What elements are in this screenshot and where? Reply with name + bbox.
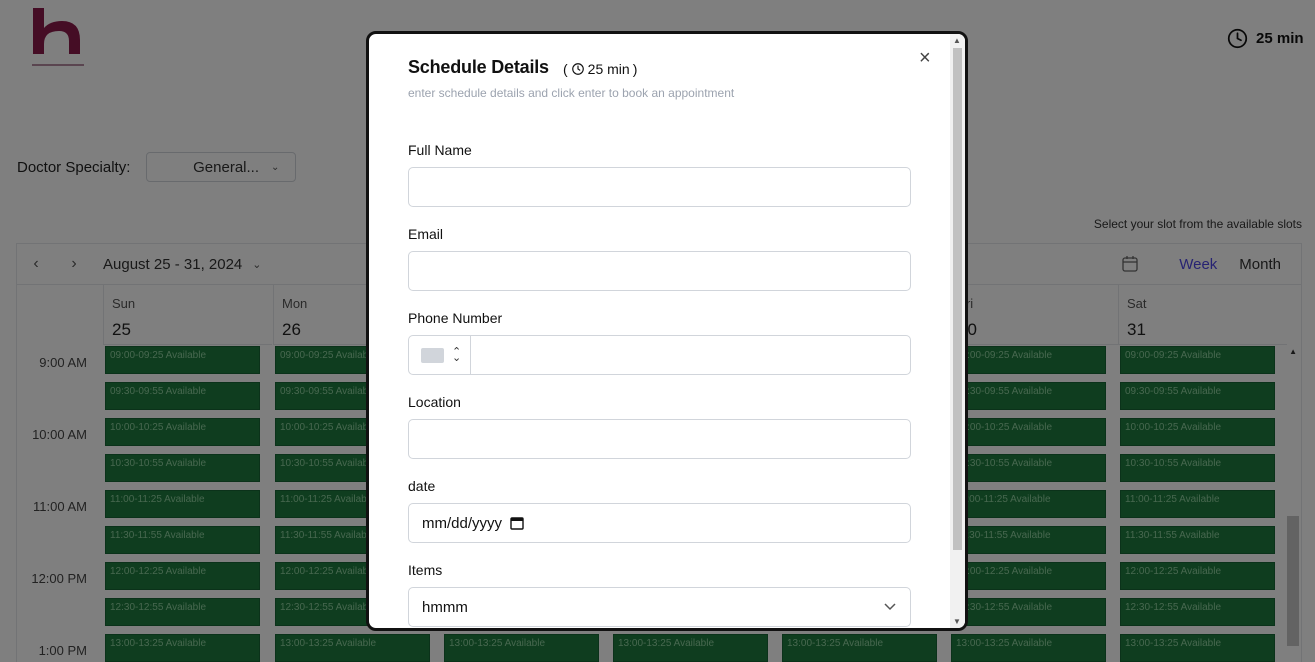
up-down-chevron-icon: ⌃ ⌄	[452, 346, 462, 364]
full-name-label: Full Name	[408, 142, 472, 158]
clock-icon	[571, 63, 584, 75]
close-button[interactable]: ×	[919, 48, 931, 68]
modal-subtitle: enter schedule details and click enter t…	[408, 86, 735, 100]
calendar-icon[interactable]	[510, 516, 524, 530]
phone-label: Phone Number	[408, 310, 503, 326]
full-name-input[interactable]	[408, 167, 911, 207]
modal-scroll-thumb[interactable]	[953, 48, 962, 550]
items-label: Items	[408, 562, 443, 578]
date-label: date	[408, 478, 436, 494]
modal-scrollbar[interactable]: ▲ ▼	[950, 34, 965, 628]
location-input[interactable]	[408, 419, 911, 459]
phone-input[interactable]	[471, 336, 910, 374]
modal-duration: ( 25 min )	[563, 61, 638, 77]
chevron-down-icon	[884, 603, 896, 611]
items-value: hmmm	[422, 598, 468, 616]
schedule-details-modal: ▲ ▼ × Schedule Details ( 25 min ) enter …	[366, 31, 968, 631]
flag-icon	[421, 347, 444, 363]
modal-title: Schedule Details	[408, 57, 549, 77]
email-label: Email	[408, 226, 444, 242]
date-value: mm/dd/yyyy	[422, 514, 503, 532]
date-input[interactable]: mm/dd/yyyy	[408, 503, 911, 543]
email-input[interactable]	[408, 251, 911, 291]
scroll-down-arrow[interactable]: ▼	[953, 617, 961, 626]
scroll-up-arrow[interactable]: ▲	[953, 36, 961, 45]
location-label: Location	[408, 394, 461, 410]
modal-duration-text: 25 min	[587, 61, 630, 77]
items-select[interactable]: hmmm	[408, 587, 911, 627]
phone-field: ⌃ ⌄	[408, 335, 911, 375]
country-code-select[interactable]: ⌃ ⌄	[409, 336, 471, 374]
